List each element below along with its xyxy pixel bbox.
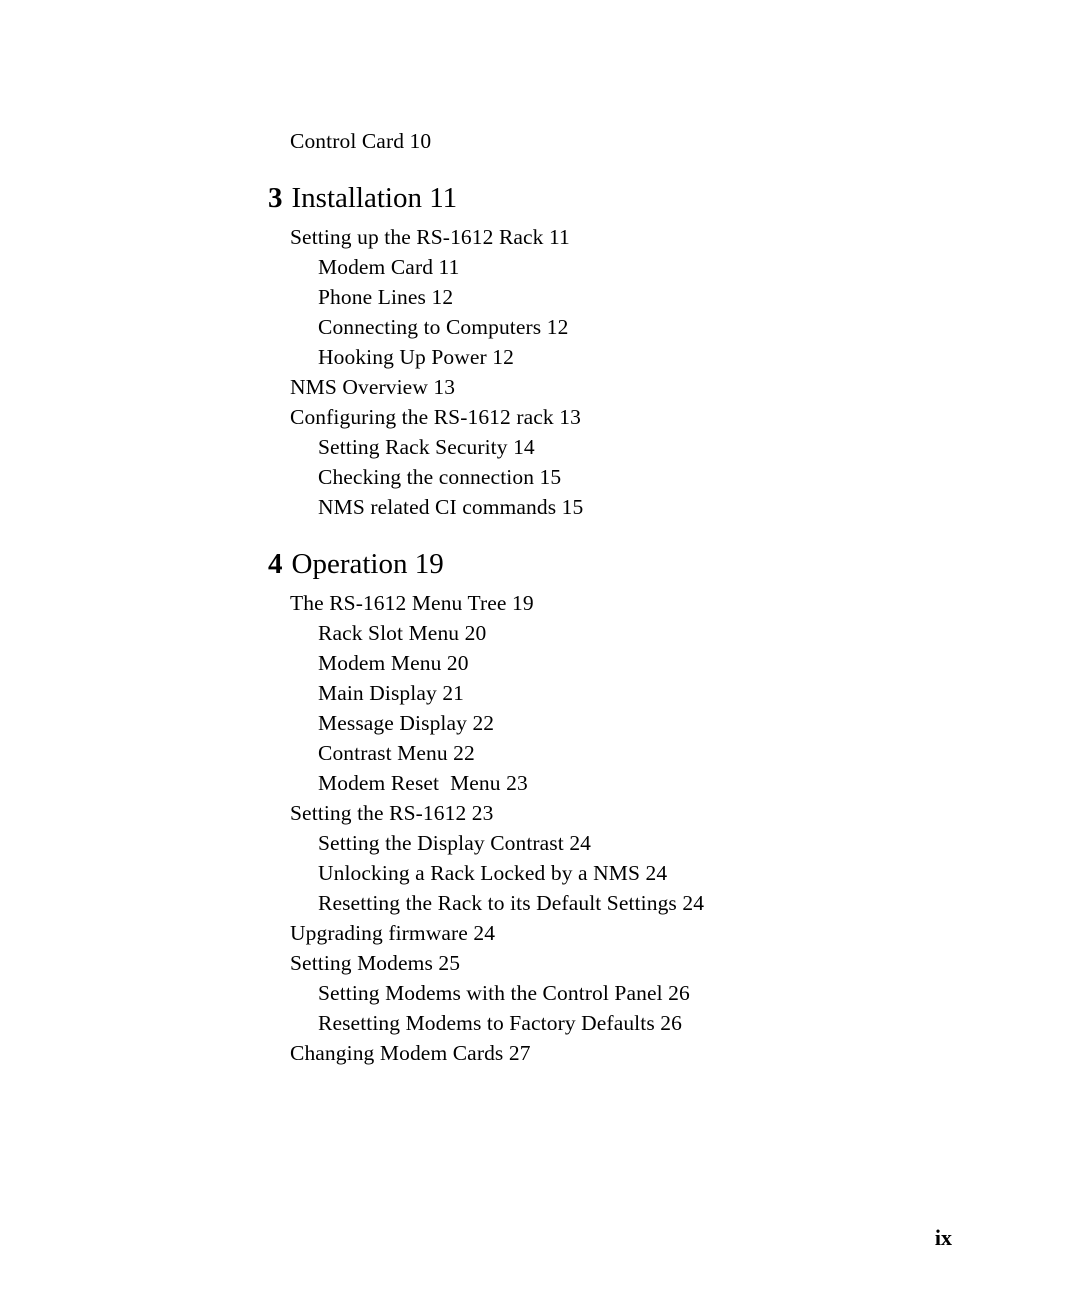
toc-entry-level-2[interactable]: Modem Card 11 bbox=[318, 252, 1028, 282]
toc-entry-level-2[interactable]: Unlocking a Rack Locked by a NMS 24 bbox=[318, 858, 1028, 888]
toc-entry-level-2[interactable]: Setting the Display Contrast 24 bbox=[318, 828, 1028, 858]
toc-chapter-heading[interactable]: 3 Installation 11 bbox=[268, 179, 1028, 217]
toc-entry-level-1[interactable]: Configuring the RS-1612 rack 13 bbox=[290, 402, 1028, 432]
toc-entry-level-1[interactable]: Changing Modem Cards 27 bbox=[290, 1038, 1028, 1068]
toc-entry-level-1[interactable]: Setting up the RS-1612 Rack 11 bbox=[290, 222, 1028, 252]
toc-entry-level-2[interactable]: Modem Menu 20 bbox=[318, 648, 1028, 678]
chapter-number: 3 bbox=[268, 182, 283, 214]
toc-entry-level-2[interactable]: Modem Reset Menu 23 bbox=[318, 768, 1028, 798]
chapter-title: Operation 19 bbox=[291, 548, 444, 580]
toc-entry-level-2[interactable]: Hooking Up Power 12 bbox=[318, 342, 1028, 372]
toc-entry-level-1[interactable]: NMS Overview 13 bbox=[290, 372, 1028, 402]
toc-entry-level-2[interactable]: Message Display 22 bbox=[318, 708, 1028, 738]
toc-chapter-heading[interactable]: 4 Operation 19 bbox=[268, 545, 1028, 583]
toc-entry-level-2[interactable]: Resetting the Rack to its Default Settin… bbox=[318, 888, 1028, 918]
toc-entry-level-1[interactable]: Setting Modems 25 bbox=[290, 948, 1028, 978]
chapter-title: Installation 11 bbox=[291, 182, 458, 214]
toc-entry-level-1[interactable]: Setting the RS-1612 23 bbox=[290, 798, 1028, 828]
page-number-folio: ix bbox=[934, 1225, 952, 1250]
toc-entry-level-1[interactable]: Control Card 10 bbox=[290, 126, 1028, 156]
toc-entry-level-2[interactable]: Resetting Modems to Factory Defaults 26 bbox=[318, 1008, 1028, 1038]
toc-entry-level-2[interactable]: Checking the connection 15 bbox=[318, 462, 1028, 492]
toc-entry-level-2[interactable]: Setting Modems with the Control Panel 26 bbox=[318, 978, 1028, 1008]
table-of-contents: Control Card 10 3 Installation 11 Setting u… bbox=[268, 126, 1028, 1068]
document-page: Control Card 10 3 Installation 11 Setting u… bbox=[0, 0, 1080, 1311]
toc-entry-level-2[interactable]: Connecting to Computers 12 bbox=[318, 312, 1028, 342]
toc-entry-level-2[interactable]: Rack Slot Menu 20 bbox=[318, 618, 1028, 648]
toc-entry-level-2[interactable]: NMS related CI commands 15 bbox=[318, 492, 1028, 522]
toc-entry-level-2[interactable]: Main Display 21 bbox=[318, 678, 1028, 708]
toc-entry-level-2[interactable]: Contrast Menu 22 bbox=[318, 738, 1028, 768]
toc-entry-level-1[interactable]: The RS-1612 Menu Tree 19 bbox=[290, 588, 1028, 618]
toc-entry-level-2[interactable]: Phone Lines 12 bbox=[318, 282, 1028, 312]
toc-entry-level-1[interactable]: Upgrading firmware 24 bbox=[290, 918, 1028, 948]
toc-entry-level-2[interactable]: Setting Rack Security 14 bbox=[318, 432, 1028, 462]
chapter-number: 4 bbox=[268, 548, 283, 580]
